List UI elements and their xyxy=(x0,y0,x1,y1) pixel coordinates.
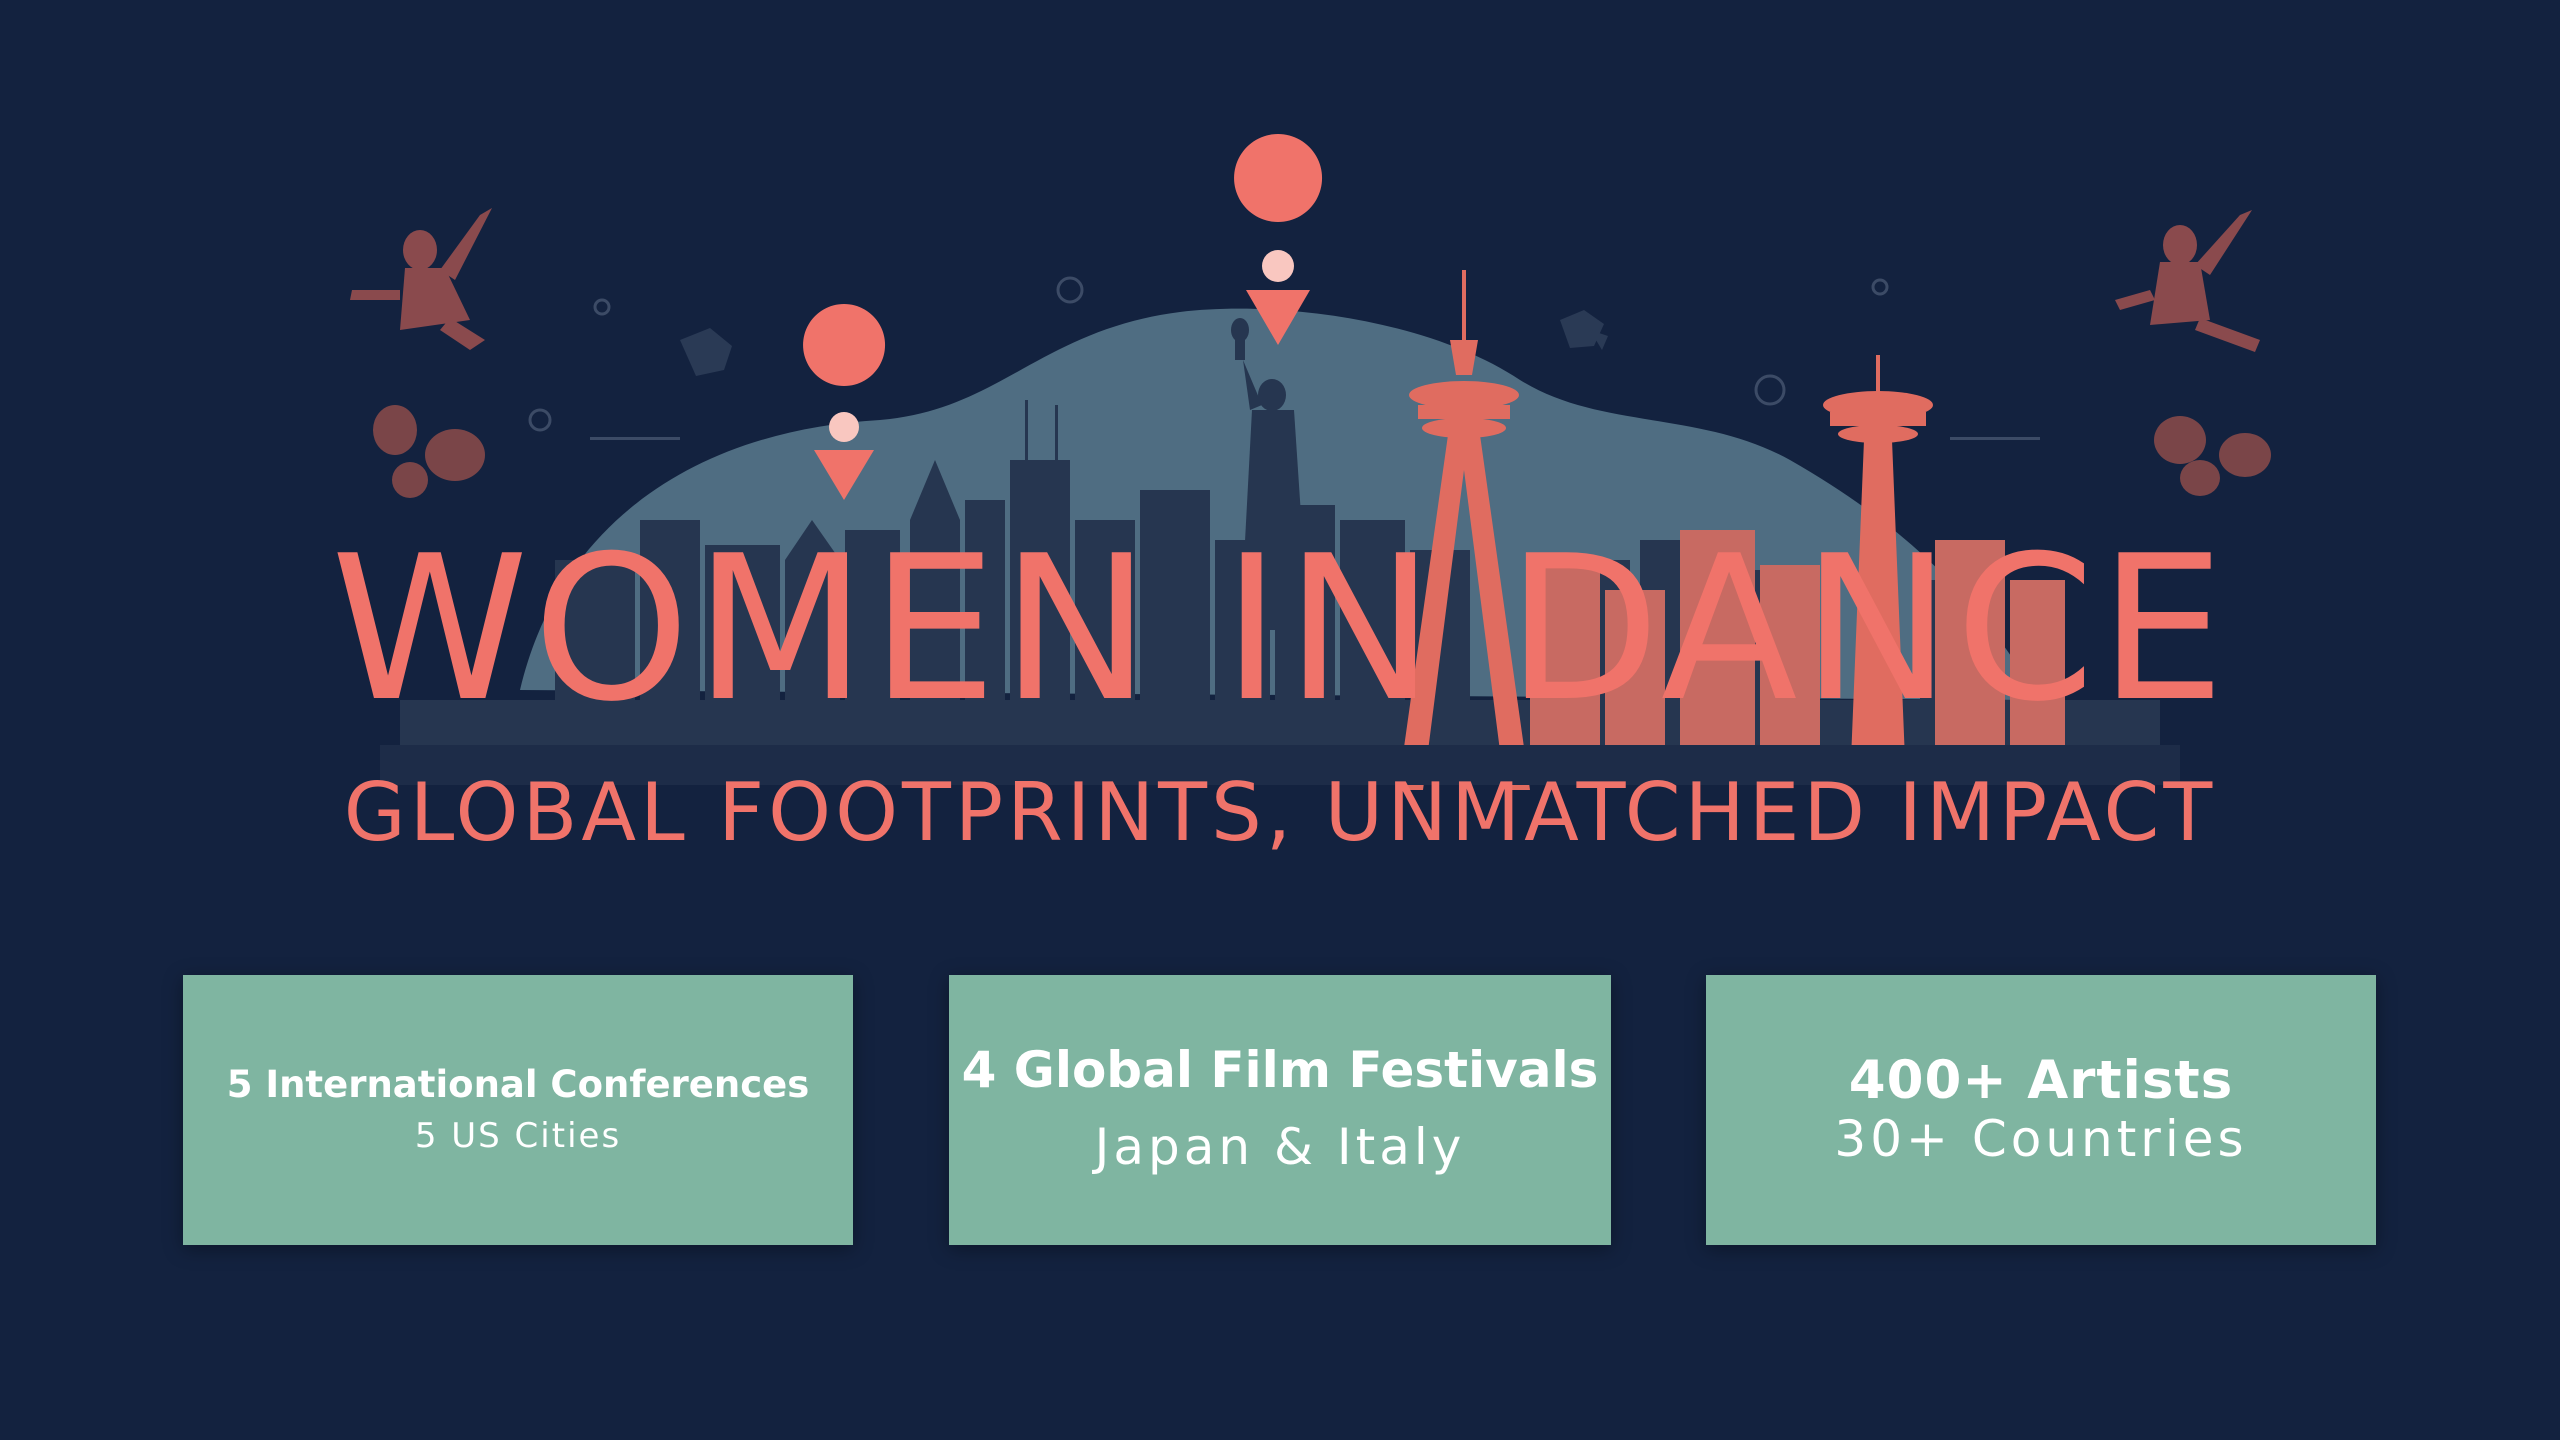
stat-card-artists: 400+ Artists 30+ Countries xyxy=(1706,975,2376,1245)
stat-card-heading: 5 International Conferences xyxy=(226,1063,810,1106)
stat-card-detail: Japan & Italy xyxy=(1094,1118,1466,1176)
stat-card-detail: 30+ Countries xyxy=(1834,1110,2248,1168)
stat-card-heading: 4 Global Film Festivals xyxy=(961,1041,1599,1099)
dancer-silhouette-icon xyxy=(2115,210,2260,352)
stat-card-heading: 400+ Artists xyxy=(1848,1050,2234,1111)
dancer-silhouette-icon xyxy=(2154,416,2271,496)
dancer-silhouette-icon xyxy=(373,405,485,498)
poster: WOMEN IN DANCE GLOBAL FOOTPRINTS, UNMATC… xyxy=(0,0,2560,1440)
stat-card-conferences: 5 International Conferences 5 US Cities xyxy=(183,975,853,1245)
stat-card-detail: 5 US Cities xyxy=(414,1116,622,1156)
dancer-silhouette-icon xyxy=(350,208,492,350)
page-subtitle: GLOBAL FOOTPRINTS, UNMATCHED IMPACT xyxy=(343,766,2217,859)
stat-card-film-festivals: 4 Global Film Festivals Japan & Italy xyxy=(949,975,1611,1245)
page-title: WOMEN IN DANCE xyxy=(330,513,2230,746)
